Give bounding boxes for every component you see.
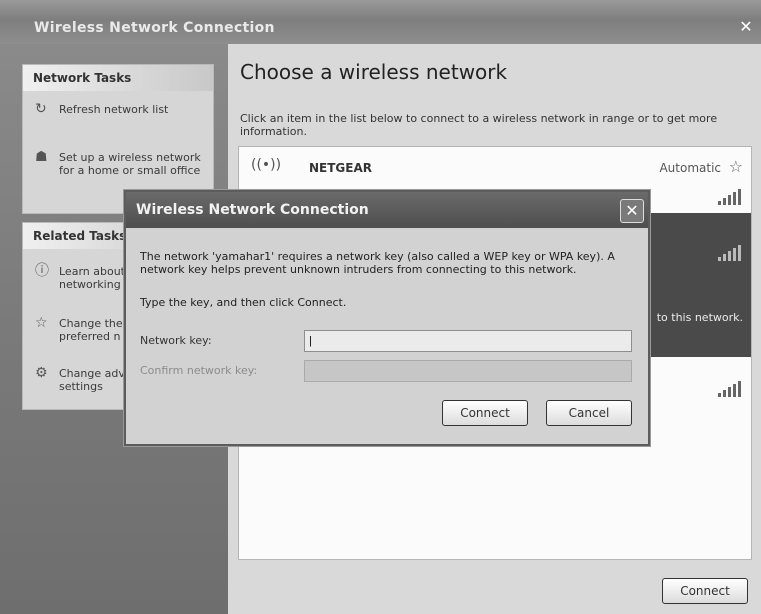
task-label-line2: networking	[59, 278, 121, 291]
signal-strength-icon	[718, 381, 741, 397]
dialog-title-bar: Wireless Network Connection ✕	[126, 192, 648, 228]
dialog-cancel-button[interactable]: Cancel	[546, 400, 632, 426]
network-tasks-header: Network Tasks	[23, 65, 213, 91]
task-label-line2: for a home or small office	[59, 164, 201, 177]
instructions-text: Click an item in the list below to conne…	[240, 112, 718, 138]
setup-network-icon: ☗	[35, 149, 48, 165]
network-info-fragment: to this network.	[656, 311, 743, 324]
title-bar: Wireless Network Connection ✕	[0, 0, 761, 44]
page-heading: Choose a wireless network	[240, 60, 508, 84]
network-name: NETGEAR	[309, 161, 372, 175]
network-key-input[interactable]	[304, 330, 632, 352]
dialog-close-button[interactable]: ✕	[620, 199, 644, 223]
task-label: Learn about	[59, 265, 125, 278]
star-icon: ☆	[35, 315, 48, 331]
wireless-network-window: Wireless Network Connection ✕ Network Ta…	[0, 0, 761, 614]
task-label-line2: settings	[59, 380, 103, 393]
window-title: Wireless Network Connection	[34, 20, 275, 36]
gear-icon: ⚙	[35, 365, 48, 381]
signal-strength-icon	[718, 245, 741, 261]
refresh-icon: ↻	[35, 101, 47, 117]
network-key-dialog: Wireless Network Connection ✕ The networ…	[124, 190, 650, 446]
task-label: Set up a wireless network	[59, 151, 201, 164]
connect-button[interactable]: Connect	[662, 578, 748, 604]
dialog-connect-button[interactable]: Connect	[442, 400, 528, 426]
dialog-instruction: Type the key, and then click Connect.	[140, 296, 347, 309]
task-label: Change the	[59, 317, 123, 330]
dialog-message: The network 'yamahar1' requires a networ…	[140, 250, 615, 276]
task-label-line2: preferred n	[59, 330, 121, 343]
network-status: Automatic	[659, 161, 721, 175]
network-key-label: Network key:	[140, 334, 212, 347]
task-label: Change adv	[59, 367, 125, 380]
confirm-key-input	[304, 360, 632, 382]
window-close-button[interactable]: ✕	[737, 18, 755, 36]
confirm-key-label: Confirm network key:	[140, 364, 258, 377]
dialog-title: Wireless Network Connection	[136, 202, 369, 218]
info-icon: ⓘ	[35, 263, 49, 279]
signal-strength-icon	[718, 189, 741, 205]
task-label: Refresh network list	[59, 103, 169, 116]
wireless-antenna-icon: ((•))	[251, 157, 282, 173]
preferred-star-icon: ☆	[728, 157, 743, 176]
